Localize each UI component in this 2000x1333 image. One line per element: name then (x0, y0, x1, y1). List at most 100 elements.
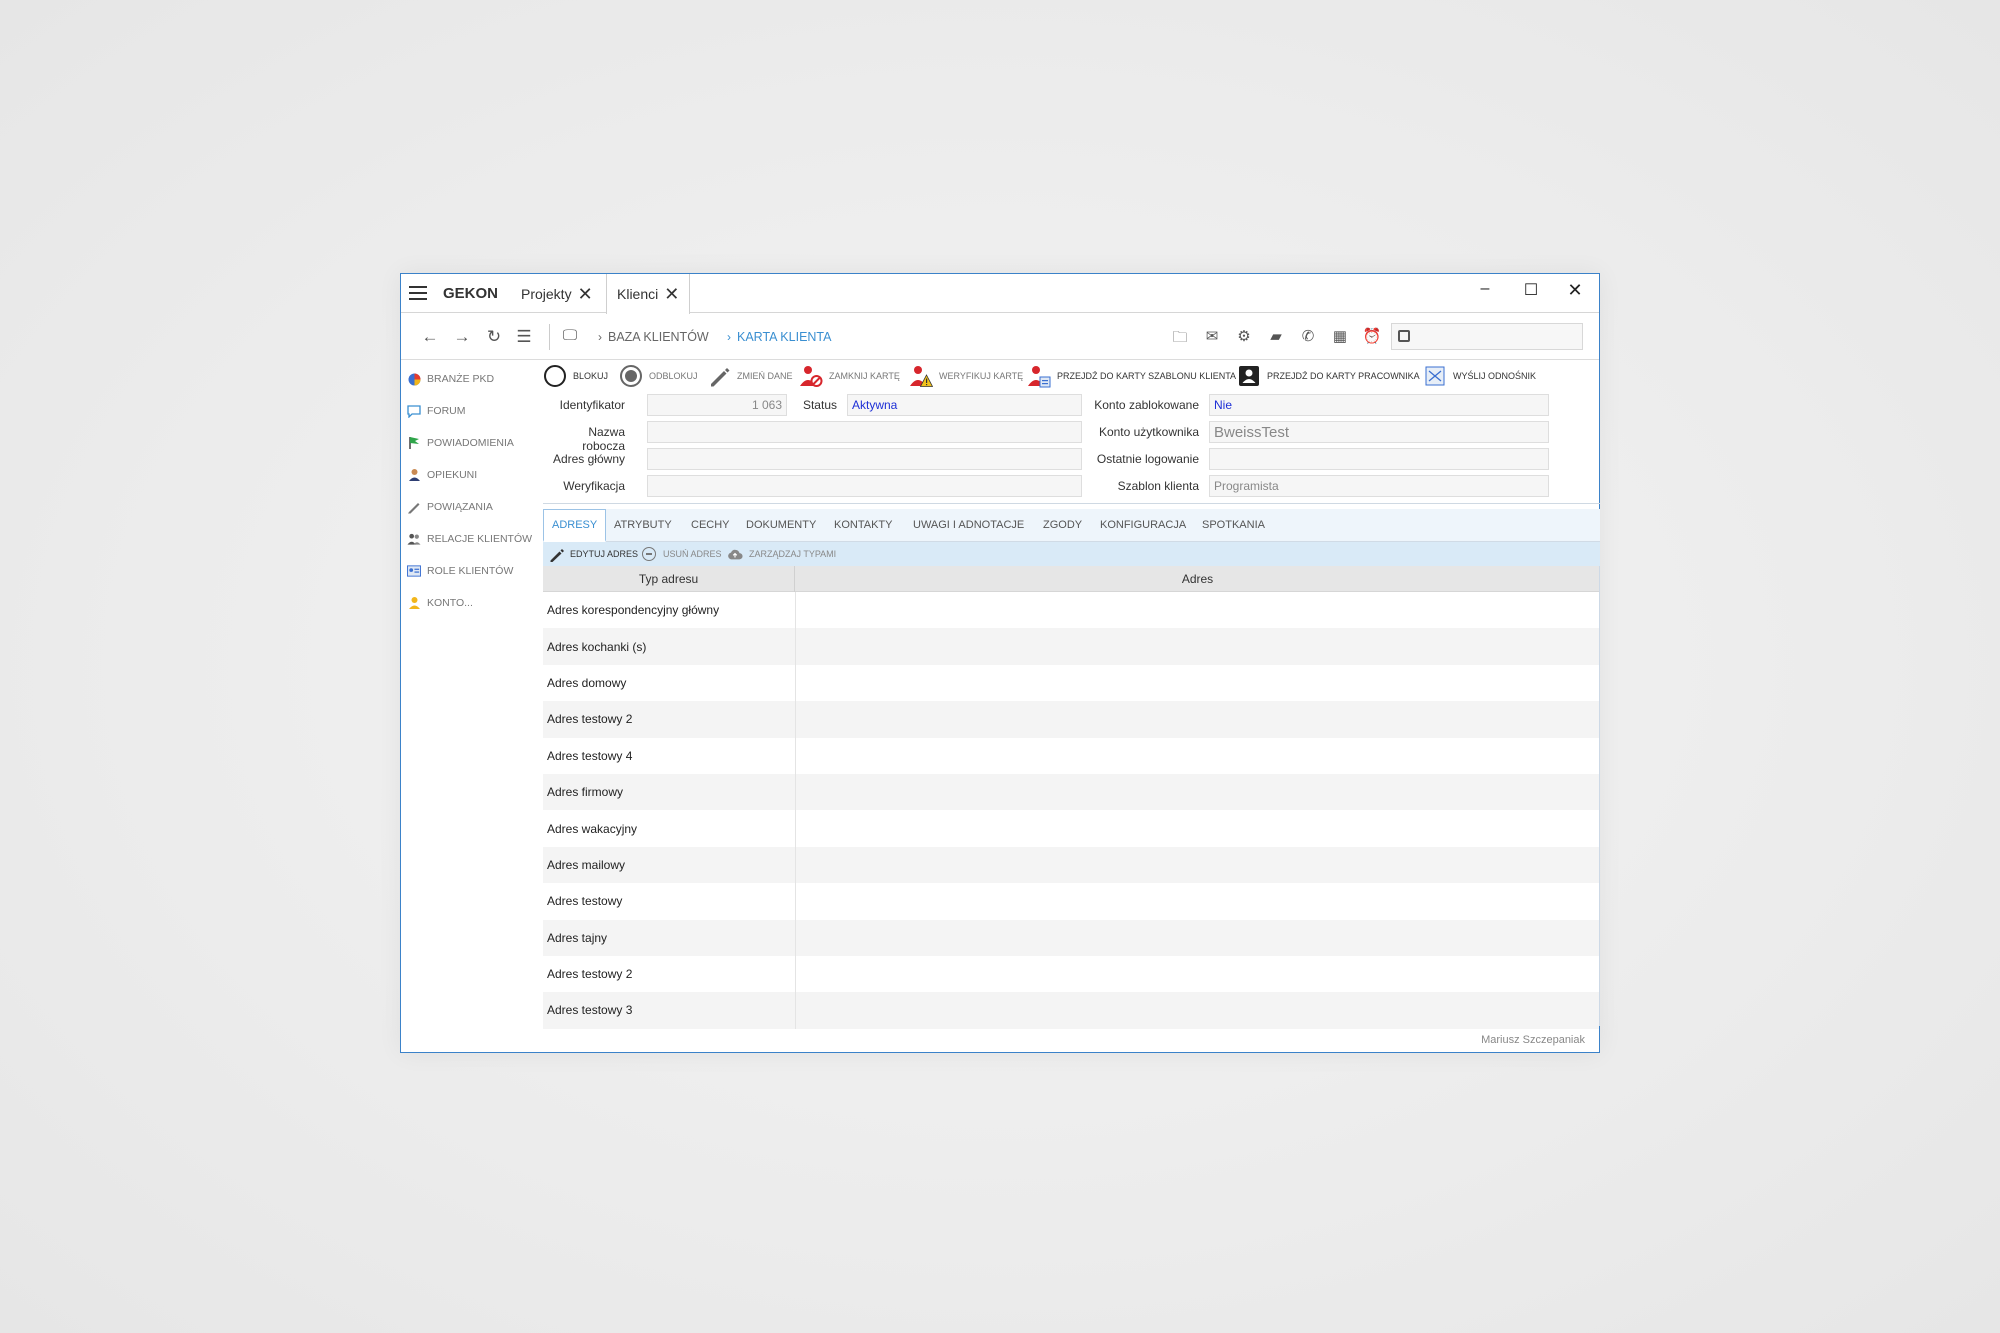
identyfikator-label: Identyfikator (559, 398, 625, 412)
weryfikacja-field[interactable] (647, 475, 1082, 497)
hamburger-menu-icon[interactable] (409, 286, 427, 300)
column-header-adres[interactable]: Adres (796, 566, 1599, 592)
app-title: GEKON (443, 285, 499, 302)
sidebar-item-konto[interactable]: KONTO... (407, 593, 473, 613)
table-body: Adres korespondencyjny główny Adres koch… (543, 592, 1599, 1029)
tab-kontakty[interactable]: KONTAKTY (834, 509, 892, 541)
tab-zgody[interactable]: ZGODY (1043, 509, 1082, 541)
breadcrumb-baza-klientow[interactable]: › BAZA KLIENTÓW (598, 330, 709, 344)
list-icon[interactable]: ☰ (513, 327, 535, 347)
table-row[interactable]: Adres mailowy (543, 846, 1599, 884)
adres-glowny-field[interactable] (647, 448, 1082, 470)
cell-adres (796, 810, 1599, 846)
alarm-clock-icon[interactable]: ⏰ (1361, 327, 1383, 347)
tab-atrybuty[interactable]: ATRYBUTY (614, 509, 672, 541)
user-warning-icon (909, 364, 933, 388)
table-row[interactable]: Adres testowy 4 (543, 737, 1599, 774)
konto-uzytkownika-field[interactable]: BweissTest (1209, 421, 1549, 443)
sidebar-item-forum[interactable]: FORUM (407, 401, 466, 421)
edytuj-adres-button[interactable]: EDYTUJ ADRES (548, 542, 638, 566)
przejdz-pracownik-button[interactable]: PRZEJDŹ DO KARTY PRACOWNIKA (1237, 361, 1420, 391)
table-row[interactable]: Adres testowy 3 (543, 992, 1599, 1029)
radio-circle-icon (619, 364, 643, 388)
tag-icon[interactable]: ▰ (1265, 327, 1287, 347)
identyfikator-field[interactable]: 1 063 (647, 394, 787, 416)
sidebar-item-role-klientow[interactable]: ROLE KLIENTÓW (407, 561, 513, 581)
sidebar-item-opiekuni[interactable]: OPIEKUNI (407, 465, 477, 485)
sidebar-item-label: KONTO... (427, 597, 473, 609)
cell-adres (796, 992, 1599, 1028)
minimize-button[interactable]: – (1467, 280, 1503, 302)
employee-card-icon (1237, 364, 1261, 388)
gear-icon[interactable]: ⚙ (1233, 327, 1255, 347)
tab-spotkania[interactable]: SPOTKANIA (1202, 509, 1265, 541)
table-row[interactable]: Adres wakacyjny (543, 810, 1599, 847)
weryfikuj-karte-button[interactable]: WERYFIKUJ KARTĘ (909, 361, 1023, 391)
nazwa-robocza-field[interactable] (647, 421, 1082, 443)
tab-uwagi-i-adnotacje[interactable]: UWAGI I ADNOTACJE (913, 509, 1024, 541)
column-header-typ-adresu[interactable]: Typ adresu (543, 566, 795, 592)
table-row[interactable]: Adres firmowy (543, 773, 1599, 811)
cell-typ: Adres tajny (543, 919, 796, 956)
cell-typ: Adres testowy (543, 883, 796, 920)
tab-cechy[interactable]: CECHY (691, 509, 730, 541)
action-label: EDYTUJ ADRES (570, 549, 639, 559)
breadcrumb-karta-klienta[interactable]: › KARTA KLIENTA (727, 330, 831, 344)
usun-adres-button[interactable]: USUŃ ADRES (641, 542, 722, 566)
folder-icon[interactable]: 🗀 (1169, 327, 1191, 347)
ostatnie-logowanie-field[interactable] (1209, 448, 1549, 470)
cell-adres (796, 592, 1599, 628)
szablon-klienta-field[interactable]: Programista (1209, 475, 1549, 497)
refresh-icon[interactable]: ↻ (483, 327, 505, 347)
adres-glowny-label: Adres główny (552, 452, 625, 466)
sidebar-item-powiadomienia[interactable]: POWIADOMIENIA (407, 433, 514, 453)
sidebar-item-branze-pkd[interactable]: BRANŻE PKD (407, 369, 494, 389)
sidebar-item-label: OPIEKUNI (427, 469, 478, 481)
table-row[interactable]: Adres korespondencyjny główny (543, 592, 1599, 629)
close-tab-icon[interactable]: ✕ (664, 285, 679, 303)
calendar-icon[interactable]: ▦ (1329, 327, 1351, 347)
cell-adres (796, 883, 1599, 919)
status-field[interactable]: Aktywna (847, 394, 1082, 416)
action-toolbar: BLOKUJ ODBLOKUJ ZMIEŃ DANE ZAMKNIJ KARTĘ… (543, 361, 1593, 391)
konto-zablokowane-field[interactable]: Nie (1209, 394, 1549, 416)
odblokuj-button[interactable]: ODBLOKUJ (619, 361, 698, 391)
tab-dokumenty[interactable]: DOKUMENTY (746, 509, 816, 541)
mail-icon[interactable]: ✉ (1201, 327, 1223, 347)
blokuj-button[interactable]: BLOKUJ (543, 361, 608, 391)
sidebar-item-relacje-klientow[interactable]: RELACJE KLIENTÓW (407, 529, 532, 549)
action-label: PRZEJDŹ DO KARTY PRACOWNIKA (1267, 371, 1420, 381)
table-row[interactable]: Adres kochanki (s) (543, 628, 1599, 665)
cell-adres (796, 665, 1599, 701)
people-icon (407, 532, 421, 546)
send-link-icon (1423, 364, 1447, 388)
table-row[interactable]: Adres domowy (543, 664, 1599, 702)
table-row[interactable]: Adres testowy (543, 883, 1599, 920)
close-window-button[interactable]: ✕ (1557, 280, 1593, 302)
przejdz-szablon-button[interactable]: PRZEJDŹ DO KARTY SZABLONU KLIENTA (1027, 361, 1236, 391)
forward-arrow-icon[interactable]: → (451, 327, 473, 347)
tab-adresy[interactable]: ADRESY (543, 509, 607, 542)
tab-klienci[interactable]: Klienci ✕ (606, 274, 691, 314)
user-template-icon (1027, 364, 1051, 388)
panel-tabs: ADRESY ATRYBUTY CECHY DOKUMENTY KONTAKTY… (543, 509, 1600, 542)
close-tab-icon[interactable]: ✕ (578, 285, 593, 303)
sidebar-item-powiazania[interactable]: POWIĄZANIA (407, 497, 493, 517)
wyslij-odnosnik-button[interactable]: WYŚLIJ ODNOŚNIK (1423, 361, 1536, 391)
table-row[interactable]: Adres testowy 2 (543, 955, 1599, 993)
pencil-icon (548, 546, 564, 562)
cloud-upload-icon (727, 546, 743, 562)
zarzadzaj-typami-button[interactable]: ZARZĄDZAJ TYPAMI (727, 542, 836, 566)
zamknij-karte-button[interactable]: ZAMKNIJ KARTĘ (799, 361, 900, 391)
zmien-dane-button[interactable]: ZMIEŃ DANE (707, 361, 793, 391)
tab-projekty[interactable]: Projekty ✕ (511, 274, 603, 313)
tab-konfiguracja[interactable]: KONFIGURACJA (1100, 509, 1186, 541)
back-arrow-icon[interactable]: ← (419, 327, 441, 347)
search-input[interactable] (1416, 327, 1576, 346)
maximize-button[interactable]: ☐ (1513, 280, 1549, 302)
phone-icon[interactable]: ✆ (1297, 327, 1319, 347)
monitor-icon[interactable]: 🖵 (559, 327, 581, 347)
table-row[interactable]: Adres tajny (543, 919, 1599, 956)
tab-label: Projekty (521, 285, 572, 302)
table-row[interactable]: Adres testowy 2 (543, 701, 1599, 738)
